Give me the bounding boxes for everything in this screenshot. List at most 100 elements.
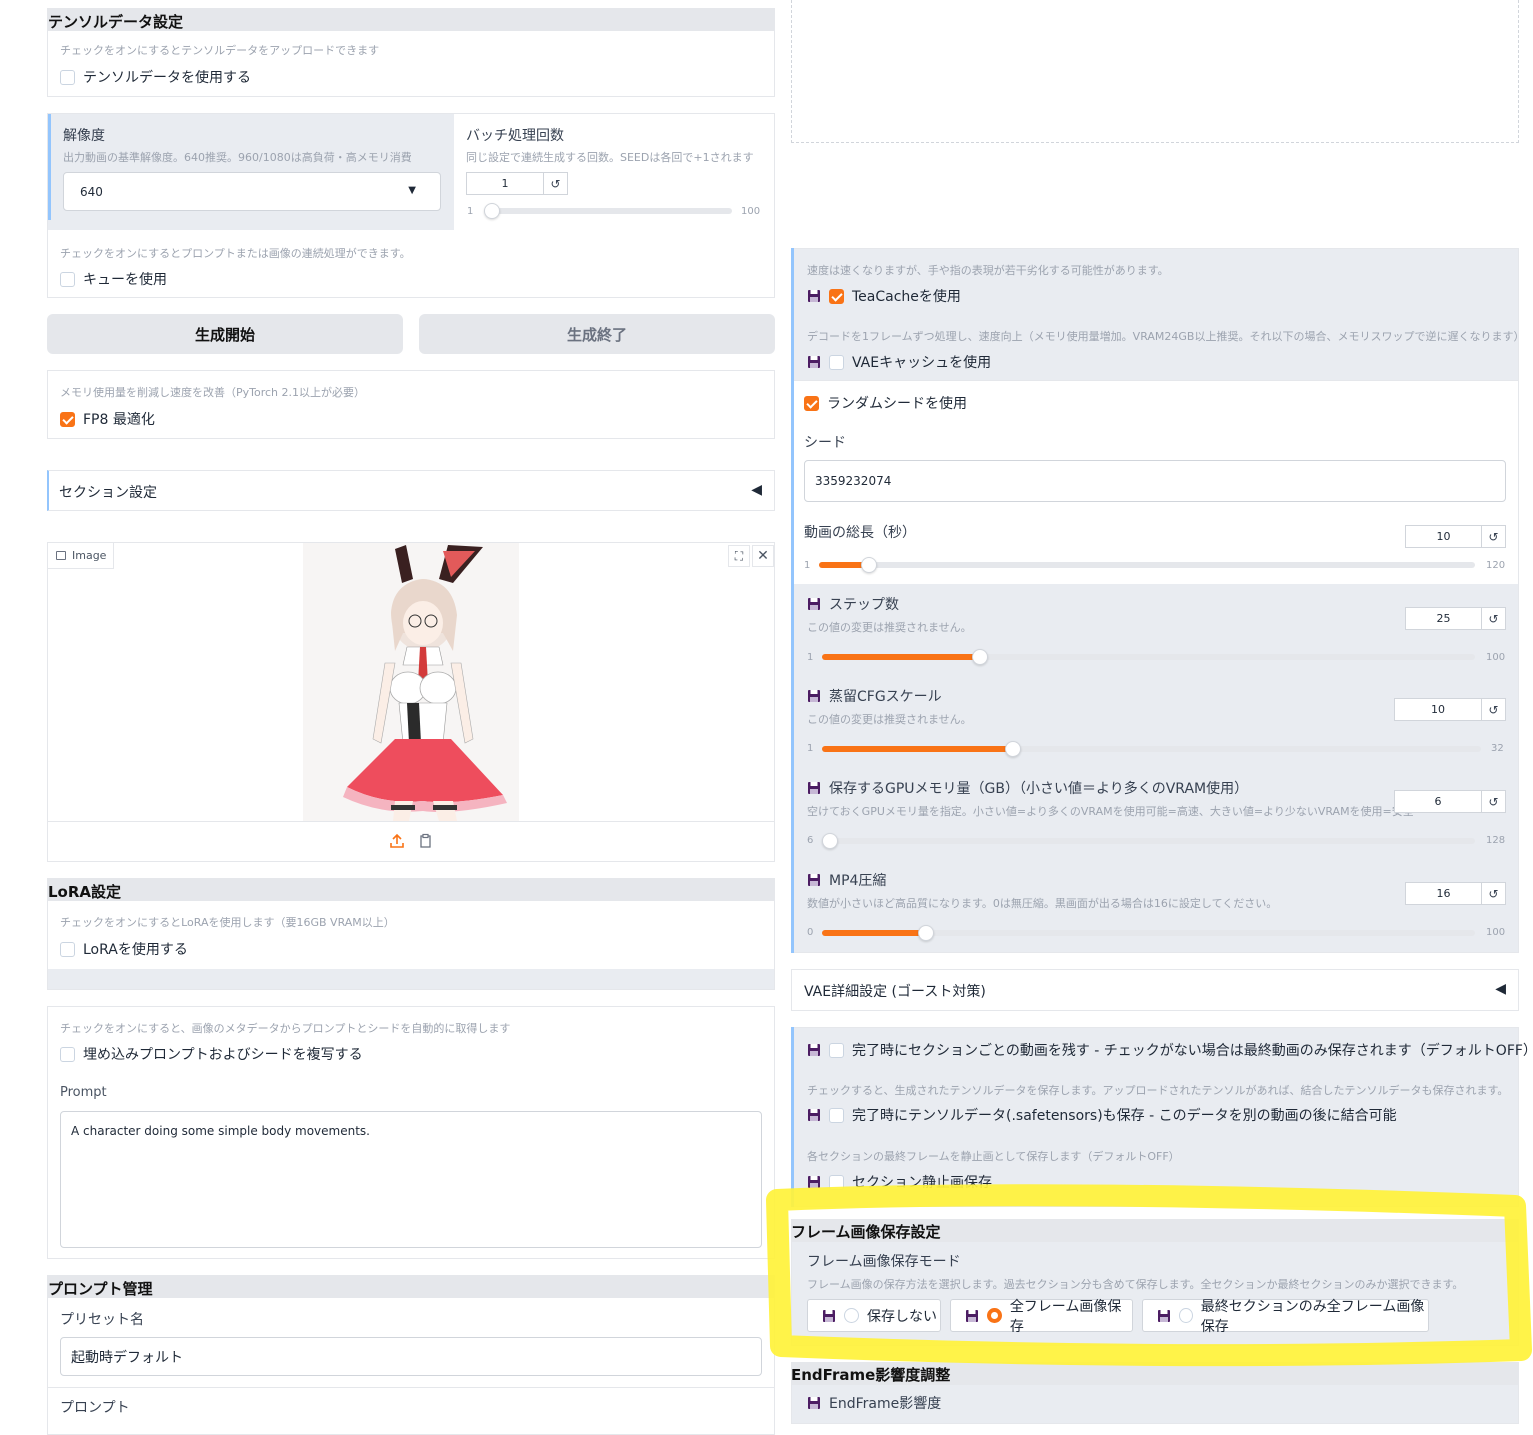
cfg-hint: この値の変更は推奨されません。 [807, 713, 972, 726]
fullscreen-icon[interactable]: ⛶ [728, 545, 750, 567]
cfg-label-row: 蒸留CFGスケール [807, 686, 942, 706]
batch-number-input[interactable]: 1 ↺ [466, 172, 568, 195]
save-icon [807, 781, 821, 795]
fp8-hint: メモリ使用量を削減し速度を改善（PyTorch 2.1以上が必要） [60, 386, 366, 399]
video-length-label: 動画の総長（秒） [804, 525, 916, 541]
save-icon [807, 1043, 821, 1057]
metadata-checkbox-row[interactable]: 埋め込みプロンプトおよびシードを複写する [60, 1044, 363, 1064]
resolution-label: 解像度 [63, 128, 105, 144]
lora-footer-bar [48, 969, 774, 989]
section-settings-accordion[interactable]: セクション設定 ◀ [47, 470, 775, 511]
end-generation-button[interactable]: 生成終了 [419, 314, 775, 354]
steps-number-input[interactable]: 25 ↺ [1405, 607, 1506, 630]
collapse-arrow-icon[interactable]: ◀ [1495, 981, 1506, 997]
reset-icon[interactable]: ↺ [1481, 883, 1505, 904]
clipboard-icon[interactable] [418, 833, 434, 849]
metadata-checkbox[interactable] [60, 1046, 75, 1062]
save-options-accent-bar [791, 1027, 794, 1207]
gpu-mem-hint: 空けておくGPUメモリ量を指定。小さい値=より多くのVRAMを使用可能=高速、大… [807, 805, 1414, 818]
fp8-checkbox[interactable] [60, 411, 75, 427]
fp8-panel: メモリ使用量を削減し速度を改善（PyTorch 2.1以上が必要） FP8 最適… [47, 370, 775, 439]
start-generation-button[interactable]: 生成開始 [47, 314, 403, 354]
prompt-mgmt-prompt-label: プロンプト [60, 1400, 130, 1416]
video-length-slider[interactable] [819, 557, 1475, 573]
lora-checkbox[interactable] [60, 941, 75, 957]
reset-icon[interactable]: ↺ [1481, 526, 1505, 547]
vae-cache-checkbox[interactable] [829, 354, 844, 370]
save-icon [807, 873, 821, 887]
image-icon [56, 551, 66, 560]
cfg-slider[interactable] [822, 741, 1481, 757]
gpu-mem-slider[interactable] [822, 833, 1475, 849]
uploaded-image [303, 543, 519, 821]
video-length-slider-knob[interactable] [861, 557, 877, 573]
batch-value: 1 [501, 177, 509, 190]
keep-section-video-label: 完了時にセクションごとの動画を残す - チェックがない場合は最終動画のみ保存され… [852, 1043, 1533, 1059]
fp8-checkbox-label: FP8 最適化 [83, 412, 155, 428]
keep-section-video-checkbox[interactable] [829, 1042, 844, 1058]
random-seed-checkbox-row[interactable]: ランダムシードを使用 [804, 393, 967, 413]
reset-icon[interactable]: ↺ [1481, 699, 1505, 720]
teacache-checkbox-row[interactable]: TeaCacheを使用 [807, 286, 961, 306]
fp8-checkbox-row[interactable]: FP8 最適化 [60, 409, 155, 429]
metadata-hint: チェックをオンにすると、画像のメタデータからプロンプトとシードを自動的に取得しま… [60, 1022, 511, 1035]
lora-checkbox-row[interactable]: LoRAを使用する [60, 939, 188, 959]
random-seed-checkbox[interactable] [804, 395, 819, 411]
steps-label: ステップ数 [829, 597, 899, 613]
close-icon[interactable]: ✕ [752, 545, 774, 567]
steps-slider-knob[interactable] [972, 649, 988, 665]
vae-cache-checkbox-row[interactable]: VAEキャッシュを使用 [807, 352, 991, 372]
gpu-mem-value: 6 [1434, 795, 1442, 808]
batch-label: バッチ処理回数 [466, 128, 564, 144]
random-seed-checkbox-label: ランダムシードを使用 [827, 396, 967, 412]
prompt-textarea[interactable]: A character doing some simple body movem… [60, 1111, 762, 1248]
preset-name-input[interactable]: 起動時デフォルト [60, 1337, 762, 1376]
save-icon [807, 289, 821, 303]
batch-slider-knob[interactable] [484, 203, 500, 219]
seed-input[interactable]: 3359232074 [804, 460, 1506, 502]
gpu-mem-number-input[interactable]: 6 ↺ [1394, 790, 1506, 813]
mp4-number-input[interactable]: 16 ↺ [1405, 882, 1506, 905]
highlight-annotation [766, 1184, 1532, 1367]
save-tensor-row[interactable]: 完了時にテンソルデータ(.safetensors)も保存 - このデータを別の動… [807, 1105, 1397, 1125]
mp4-slider-fill [822, 930, 926, 936]
reset-icon[interactable]: ↺ [543, 173, 567, 194]
mp4-min: 0 [807, 927, 814, 938]
steps-slider[interactable] [822, 649, 1475, 665]
batch-slider[interactable] [484, 203, 732, 219]
mp4-slider-knob[interactable] [918, 925, 934, 941]
reset-icon[interactable]: ↺ [1481, 608, 1505, 629]
queue-checkbox-row[interactable]: キューを使用 [60, 269, 167, 289]
save-tensor-label: 完了時にテンソルデータ(.safetensors)も保存 - このデータを別の動… [852, 1108, 1397, 1124]
vae-detail-accordion[interactable]: VAE詳細設定 (ゴースト対策) ◀ [791, 969, 1519, 1011]
tensor-checkbox-row[interactable]: テンソルデータを使用する [60, 67, 251, 87]
steps-label-row: ステップ数 [807, 594, 899, 614]
tensor-settings-panel: テンソルデータ設定 チェックをオンにするとテンソルデータをアップロードできます … [47, 8, 775, 97]
cfg-max: 32 [1491, 743, 1504, 754]
lora-hint: チェックをオンにするとLoRAを使用します（要16GB VRAM以上） [60, 916, 395, 929]
resolution-accent-bar [48, 114, 51, 220]
tensor-checkbox[interactable] [60, 69, 75, 85]
keep-section-video-row[interactable]: 完了時にセクションごとの動画を残す - チェックがない場合は最終動画のみ保存され… [807, 1040, 1533, 1060]
mp4-label-row: MP4圧縮 [807, 870, 886, 890]
mp4-max: 100 [1486, 927, 1506, 938]
gpu-mem-slider-knob[interactable] [822, 833, 838, 849]
mp4-slider[interactable] [822, 925, 1475, 941]
collapse-arrow-icon[interactable]: ◀ [751, 482, 762, 498]
resolution-hint: 出力動画の基準解像度。640推奨。960/1080は高負荷・高メモリ消費 [63, 151, 412, 164]
save-icon [807, 355, 821, 369]
reset-icon[interactable]: ↺ [1481, 791, 1505, 812]
cfg-slider-knob[interactable] [1005, 741, 1021, 757]
cfg-number-input[interactable]: 10 ↺ [1394, 698, 1506, 721]
gpu-mem-label: 保存するGPUメモリ量（GB）（小さい値＝より多くのVRAM使用） [829, 781, 1249, 797]
resolution-dropdown[interactable]: 640 ▼ [63, 172, 441, 211]
upload-icon[interactable] [389, 833, 405, 849]
image-tab-label: Image [72, 549, 107, 562]
queue-hint: チェックをオンにするとプロンプトまたは画像の連続処理ができます。 [60, 247, 411, 260]
queue-checkbox[interactable] [60, 271, 75, 287]
mp4-value: 16 [1436, 887, 1451, 900]
tensor-settings-header: テンソルデータ設定 [48, 9, 774, 31]
video-length-number-input[interactable]: 10 ↺ [1405, 525, 1506, 548]
save-tensor-checkbox[interactable] [829, 1107, 844, 1123]
teacache-checkbox[interactable] [829, 288, 844, 304]
